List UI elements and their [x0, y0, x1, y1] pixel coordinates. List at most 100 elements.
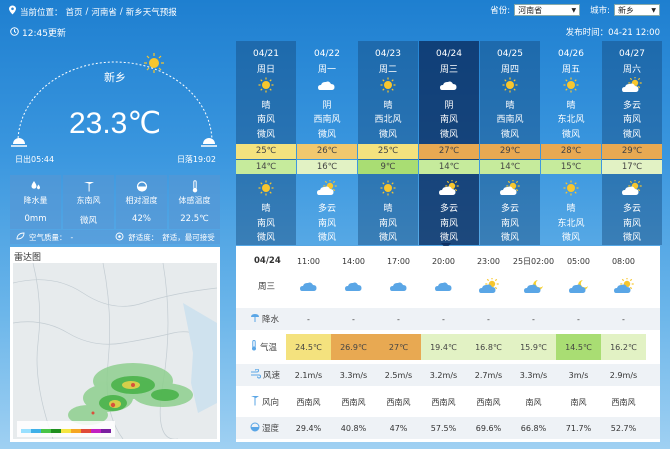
stat-label: 体感温度 [178, 196, 211, 205]
forecast-day-wind-level: 微风 [439, 130, 458, 140]
precipitation-icon [250, 313, 260, 326]
radar-title: 雷达图 [14, 253, 42, 263]
radar-legend-scale [21, 429, 111, 433]
air-quality-value: - [70, 232, 74, 242]
hourly-wind-direction: 南风 [525, 397, 542, 407]
stat-humidity: 相对湿度 42% [116, 175, 167, 229]
forecast-day-wind: 南风 [256, 115, 275, 125]
partly-cloudy-icon [419, 180, 479, 196]
sunset-time: 日落19:02 [176, 155, 216, 164]
sunrise-time: 日出05:44 [15, 155, 55, 164]
breadcrumb-home[interactable]: 首页 [66, 6, 83, 18]
breadcrumb-current: 新乡天气预报 [125, 7, 177, 18]
forecast-day-3[interactable]: 04/23 周二 晴 西北风 微风 25℃ 9℃ 晴 南风 微风 [358, 41, 418, 245]
stat-value: 22.5℃ [180, 214, 209, 224]
breadcrumb-separator: / [119, 6, 123, 17]
sunny-icon [236, 180, 296, 196]
forecast-high-temp: 29℃ [602, 144, 662, 159]
hourly-row-humidity: 湿度 29.4% 40.8% 47% 57.5% 69.6% 66.8% 71.7% 52.7% [236, 417, 660, 439]
hourly-time: 14:00 [341, 256, 366, 266]
hourly-row-label-text: 降水 [262, 315, 280, 325]
forecast-low-temp: 17℃ [602, 160, 662, 174]
forecast-high-temp: 26℃ [297, 144, 357, 159]
forecast-day-wind-level: 微风 [256, 130, 275, 140]
hourly-humidity: 71.7% [565, 423, 592, 433]
forecast-day-wind-level: 微风 [561, 130, 580, 140]
stat-label: 降水量 [23, 196, 48, 205]
hourly-forecast: 04/24 11:00 14:00 17:00 20:00 23:00 25日02:00 05… [236, 246, 660, 442]
breadcrumb-province[interactable]: 河南省 [91, 6, 117, 18]
stat-feels-like: 体感温度 22.5℃ [169, 175, 220, 229]
forecast-night-wind: 南风 [256, 219, 275, 229]
hourly-temp: 15.9℃ [511, 334, 556, 360]
forecast-low-temp: 9℃ [358, 160, 418, 174]
hourly-wind-direction: 南风 [570, 397, 587, 407]
forecast-night-weather: 晴 [383, 204, 393, 214]
forecast-night-wind: 南风 [378, 219, 397, 229]
hourly-row-wind_dir: 风向 西南风 西南风 西南风 西南风 西南风 南风 南风 西南风 [236, 391, 660, 413]
forecast-date: 04/21 [253, 49, 279, 59]
hourly-precip: - [487, 314, 490, 324]
forecast-day-2[interactable]: 04/22 周一 阴 西南风 微风 26℃ 16℃ 多云 南风 微风 [297, 41, 357, 245]
forecast-night-weather: 多云 [622, 204, 641, 214]
partly-cloudy-icon [466, 274, 511, 298]
forecast-day-4[interactable]: 04/24 周三 阴 南风 微风 27℃ 14℃ 多云 南风 微风 [419, 41, 479, 245]
forecast-high-temp: 29℃ [480, 144, 540, 159]
city-label: 城市: [590, 6, 610, 16]
partly-cloudy-icon [602, 77, 662, 93]
hourly-precip: - [532, 314, 535, 324]
hourly-temp: 16.2℃ [601, 334, 646, 360]
radar-panel: 雷达图 [10, 247, 220, 442]
thermometer-icon [189, 179, 201, 193]
forecast-day-weather: 晴 [566, 101, 576, 111]
hourly-row-icon: 周三 [236, 274, 660, 298]
cloudy-icon [421, 274, 466, 298]
forecast-day-weather: 阴 [444, 101, 454, 111]
partly-cloudy-icon [480, 180, 540, 196]
forecast-night-weather: 多云 [317, 204, 336, 214]
stat-label: 相对湿度 [125, 196, 158, 205]
breadcrumb: 当前位置： 首页 / 河南省 / 新乡天气预报 [8, 5, 177, 18]
forecast-day-1[interactable]: 04/21 周日 晴 南风 微风 25℃ 14℃ 晴 南风 微风 [236, 41, 296, 245]
forecast-night-wind: 南风 [317, 219, 336, 229]
cloudy-icon [376, 274, 421, 298]
hourly-humidity: 40.8% [340, 423, 367, 433]
hourly-humidity: 69.6% [475, 423, 502, 433]
hourly-wind-direction: 西南风 [431, 397, 456, 407]
hourly-row-precip: 降水 - - - - - - - - [236, 308, 660, 330]
city-select[interactable]: 新乡 ▼ [614, 4, 660, 16]
wind-speed-icon [250, 368, 261, 382]
forecast-day-6[interactable]: 04/26 周五 晴 东北风 微风 28℃ 15℃ 晴 东北风 微风 [541, 41, 601, 245]
hourly-row-label-text: 气温 [260, 343, 278, 353]
hourly-humidity: 57.5% [430, 423, 457, 433]
forecast-low-temp: 15℃ [541, 160, 601, 174]
breadcrumb-prefix: 当前位置： [20, 7, 63, 18]
forecast-day-7[interactable]: 04/27 周六 多云 南风 微风 29℃ 17℃ 多云 南风 微风 [602, 41, 662, 245]
forecast-date: 04/27 [619, 49, 645, 59]
forecast-high-temp: 27℃ [419, 144, 479, 159]
hourly-wind-speed: 2.1m/s [294, 370, 323, 380]
forecast-day-wind: 南风 [622, 115, 641, 125]
hourly-row-label: 气温 [236, 334, 286, 360]
hourly-time: 23:00 [476, 256, 501, 266]
radar-map-image[interactable] [13, 263, 217, 439]
forecast-low-temp: 14℃ [419, 160, 479, 174]
forecast-night-wind: 南风 [439, 219, 458, 229]
forecast-night-weather: 多云 [500, 204, 519, 214]
forecast-day-wind: 东北风 [557, 115, 585, 125]
hourly-time: 25日02:00 [512, 256, 555, 266]
hourly-humidity: 52.7% [610, 423, 637, 433]
hourly-row-label: 风向 [236, 391, 286, 413]
forecast-high-temp: 25℃ [358, 144, 418, 159]
hourly-precip: - [397, 314, 400, 324]
sunny-icon [541, 77, 601, 93]
forecast-night-wind-level: 微风 [256, 233, 275, 243]
hourly-time: 08:00 [611, 256, 636, 266]
comfort-value: 舒适，最可接受 [162, 232, 215, 242]
forecast-day-5[interactable]: 04/25 周四 晴 西南风 微风 29℃ 14℃ 多云 南风 微风 [480, 41, 540, 245]
forecast-date: 04/22 [314, 49, 340, 59]
thermometer-icon [250, 340, 258, 354]
province-select[interactable]: 河南省 ▼ [514, 4, 581, 16]
forecast-low-temp: 14℃ [480, 160, 540, 174]
forecast-night-wind-level: 微风 [500, 233, 519, 243]
